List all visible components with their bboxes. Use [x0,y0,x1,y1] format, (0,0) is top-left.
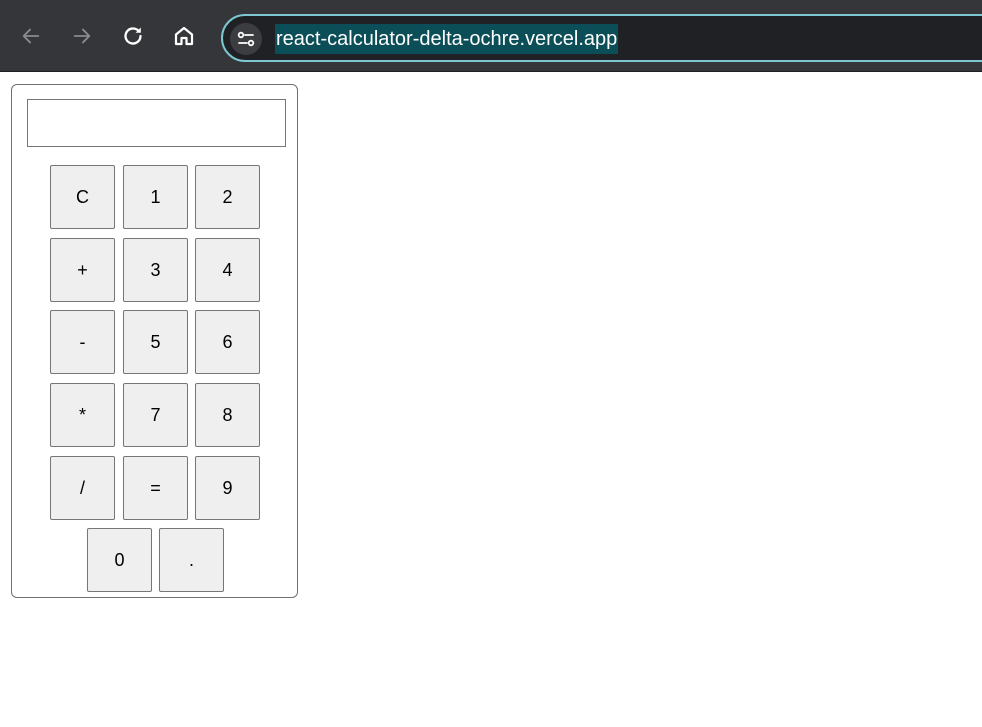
equals-button[interactable]: = [123,456,188,520]
reload-button[interactable] [115,18,151,54]
calculator: C 1 2 + 3 4 - 5 6 * 7 8 / = 9 0 . [11,84,298,598]
site-info-button[interactable] [230,23,262,55]
digit-9-button[interactable]: 9 [195,456,260,520]
digit-3-button[interactable]: 3 [123,238,188,302]
back-button[interactable] [13,18,49,54]
digit-0-button[interactable]: 0 [87,528,152,592]
decimal-button[interactable]: . [159,528,224,592]
home-icon [174,26,194,46]
forward-button[interactable] [64,18,100,54]
browser-toolbar: react-calculator-delta-ochre.vercel.app [0,0,982,72]
digit-4-button[interactable]: 4 [195,238,260,302]
add-button[interactable]: + [50,238,115,302]
tune-icon [237,31,255,47]
arrow-right-icon [73,28,91,44]
address-bar[interactable]: react-calculator-delta-ochre.vercel.app [221,14,982,62]
home-button[interactable] [166,18,202,54]
digit-5-button[interactable]: 5 [123,310,188,374]
digit-7-button[interactable]: 7 [123,383,188,447]
calculator-display[interactable] [27,99,286,147]
reload-icon [124,27,142,45]
digit-6-button[interactable]: 6 [195,310,260,374]
url-text[interactable]: react-calculator-delta-ochre.vercel.app [275,24,619,54]
subtract-button[interactable]: - [50,310,115,374]
clear-button[interactable]: C [50,165,115,229]
digit-8-button[interactable]: 8 [195,383,260,447]
arrow-left-icon [22,28,40,44]
divide-button[interactable]: / [50,456,115,520]
digit-1-button[interactable]: 1 [123,165,188,229]
multiply-button[interactable]: * [50,383,115,447]
digit-2-button[interactable]: 2 [195,165,260,229]
